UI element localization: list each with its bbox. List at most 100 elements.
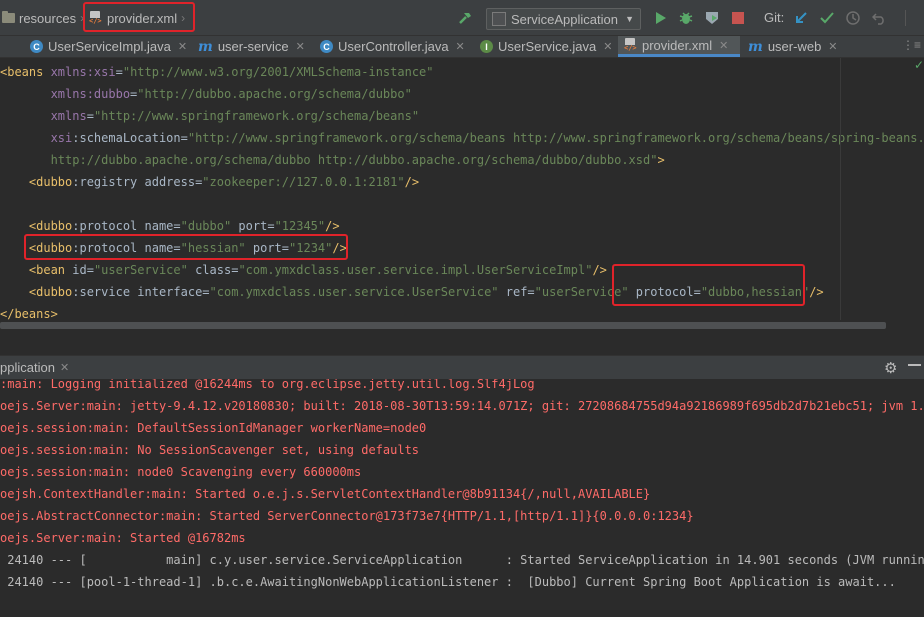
code-token: <dubbo: [0, 175, 73, 189]
log-line: oejs.Server:main: Started @16782ms: [0, 531, 246, 545]
breadcrumb-label: resources: [19, 10, 77, 26]
log-line: oejs.AbstractConnector:main: Started Ser…: [0, 509, 694, 523]
run-console-output[interactable]: :main: Logging initialized @16244ms to o…: [0, 379, 924, 617]
tab-label: provider.xml: [642, 37, 713, 53]
code-token: xmlns:dubbo: [0, 87, 131, 101]
close-icon[interactable]: ✕: [178, 40, 187, 53]
coverage-icon[interactable]: [703, 9, 721, 27]
code-line: <bean id="userService" class="com.ymxdcl…: [0, 259, 607, 281]
code-token: >: [657, 153, 665, 167]
scrollbar-thumb[interactable]: [0, 322, 886, 329]
log-line: oejs.Server:main: jetty-9.4.12.v20180830…: [0, 399, 924, 413]
highlight-box: [24, 234, 348, 260]
code-token: "com.ymxdclass.user.service.UserService": [209, 285, 499, 299]
code-token: :protocol name=: [72, 219, 181, 233]
tab-list-icon[interactable]: ⋮≡: [902, 38, 921, 52]
close-icon[interactable]: ✕: [60, 361, 69, 374]
code-line: </beans>: [0, 303, 58, 320]
tab-provider-xml[interactable]: </> provider.xml ✕: [618, 36, 740, 57]
log-line: oejs.session:main: node0 Scavenging ever…: [0, 465, 362, 479]
run-icon[interactable]: [651, 9, 669, 27]
code-token: =: [86, 109, 94, 123]
log-line: 24140 --- [ main] c.y.user.service.Servi…: [0, 553, 924, 567]
code-token: :schemaLocation=: [72, 131, 188, 145]
inspection-ok-icon: ✓: [914, 58, 924, 72]
code-token: "http://www.springframework.org/schema/b…: [187, 131, 924, 145]
code-token: </beans>: [0, 307, 58, 320]
chevron-down-icon: ▼: [625, 14, 634, 24]
highlight-box: [612, 264, 805, 306]
code-token: port=: [231, 219, 275, 233]
close-icon[interactable]: ✕: [828, 40, 837, 53]
code-token: class=: [187, 263, 239, 277]
code-token: id=: [72, 263, 94, 277]
code-token: :service interface=: [72, 285, 210, 299]
code-token: />: [809, 285, 824, 299]
tab-label: UserService.java: [498, 39, 597, 54]
run-configuration-dropdown[interactable]: ServiceApplication ▼: [486, 8, 641, 30]
vcs-revert-icon[interactable]: [870, 9, 888, 27]
run-panel-title[interactable]: pplication: [0, 360, 55, 375]
vcs-history-icon[interactable]: [844, 9, 862, 27]
code-token: "zookeeper://127.0.0.1:2181": [202, 175, 405, 189]
code-token: xmlns:xsi: [50, 65, 116, 79]
vcs-commit-icon[interactable]: [818, 9, 836, 27]
tab-usercontroller[interactable]: C UserController.java ✕: [314, 36, 465, 57]
close-icon[interactable]: ✕: [296, 40, 305, 53]
log-line: oejsh.ContextHandler:main: Started o.e.j…: [0, 487, 651, 501]
maven-module-icon: m: [198, 38, 213, 55]
close-icon[interactable]: ✕: [603, 40, 612, 53]
editor-bottom-area: [0, 330, 924, 355]
code-token: <dubbo: [0, 285, 73, 299]
vcs-label: Git:: [764, 10, 785, 25]
code-token: "http://dubbo.apache.org/schema/dubbo": [137, 87, 412, 101]
vcs-update-icon[interactable]: [792, 9, 810, 27]
tab-label: UserController.java: [338, 39, 449, 54]
code-token: />: [404, 175, 420, 189]
separator-icon: [896, 9, 914, 27]
editor-horizontal-scrollbar[interactable]: [0, 320, 924, 330]
code-token: />: [592, 263, 607, 277]
tab-userserviceimpl[interactable]: C UserServiceImpl.java ✕: [24, 36, 187, 57]
code-token: xsi: [0, 131, 73, 145]
class-icon: C: [320, 40, 333, 53]
highlight-box: [83, 2, 195, 32]
code-token: "http://www.springframework.org/schema/b…: [93, 109, 420, 123]
run-config-label: ServiceApplication: [511, 11, 618, 27]
navigation-bar: resources › </> provider.xml › ServiceAp…: [0, 0, 924, 36]
tab-label: UserServiceImpl.java: [48, 39, 171, 54]
xml-file-icon: </>: [624, 38, 638, 52]
close-icon[interactable]: ✕: [456, 40, 465, 53]
stop-icon[interactable]: [729, 9, 747, 27]
code-token: http://dubbo.apache.org/schema/dubbo htt…: [0, 153, 658, 167]
build-hammer-icon[interactable]: [456, 9, 474, 27]
run-panel-header: pplication ✕ ⚙: [0, 355, 924, 379]
breadcrumb-resources[interactable]: resources ›: [2, 8, 84, 28]
log-line: oejs.session:main: DefaultSessionIdManag…: [0, 421, 427, 435]
debug-icon[interactable]: [677, 9, 695, 27]
code-token: =: [115, 65, 123, 79]
code-line: <dubbo:registry address="zookeeper://127…: [0, 171, 419, 193]
close-icon[interactable]: ✕: [719, 39, 728, 52]
code-token: :registry address=: [72, 175, 203, 189]
tab-user-service[interactable]: m user-service ✕: [192, 36, 305, 57]
gear-icon[interactable]: ⚙: [884, 359, 897, 377]
code-token: "com.ymxdclass.user.service.impl.UserSer…: [238, 263, 593, 277]
code-token: xmlns: [0, 109, 87, 123]
code-line: xmlns:dubbo="http://dubbo.apache.org/sch…: [0, 83, 412, 105]
tab-label: user-web: [767, 39, 822, 54]
folder-icon: [2, 11, 15, 23]
log-line: oejs.session:main: No SessionScavenger s…: [0, 443, 420, 457]
tab-userservice[interactable]: I UserService.java ✕: [474, 36, 612, 57]
maven-module-icon: m: [748, 38, 763, 55]
tab-user-web[interactable]: m user-web ✕: [742, 36, 838, 57]
code-token: />: [325, 219, 340, 233]
minimize-icon[interactable]: [908, 364, 921, 366]
log-line: :main: Logging initialized @16244ms to o…: [0, 379, 535, 391]
code-token: "http://www.w3.org/2001/XMLSchema-instan…: [122, 65, 434, 79]
class-icon: C: [30, 40, 43, 53]
tab-label: user-service: [217, 39, 289, 54]
code-token: <dubbo: [0, 219, 73, 233]
code-line: http://dubbo.apache.org/schema/dubbo htt…: [0, 149, 665, 171]
code-token: ref=: [498, 285, 535, 299]
